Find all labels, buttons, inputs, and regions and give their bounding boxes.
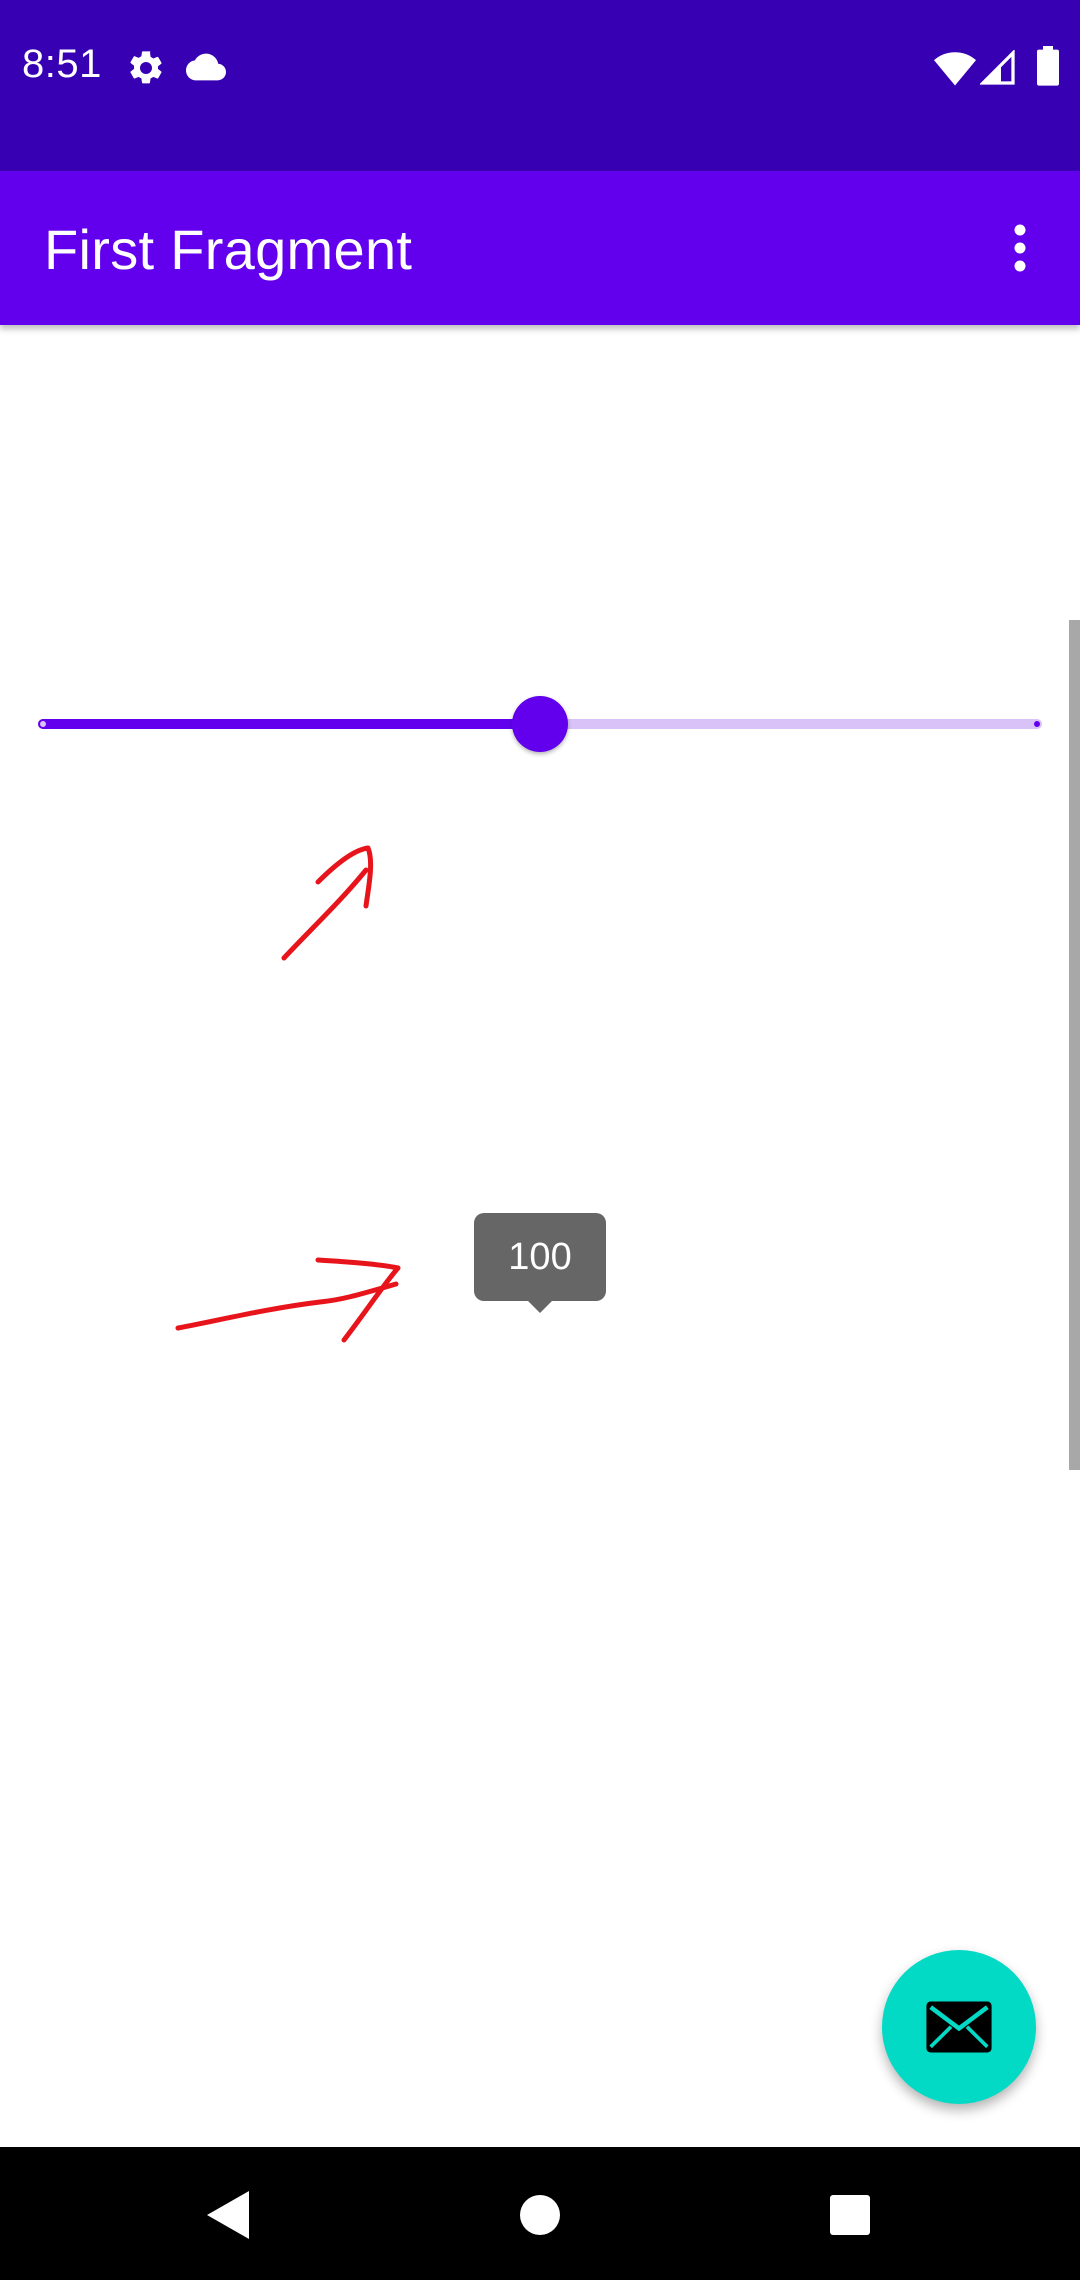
battery-icon xyxy=(1037,46,1059,86)
signal-icon xyxy=(980,50,1015,85)
home-button[interactable] xyxy=(508,2183,572,2247)
navigation-bar xyxy=(0,2147,1080,2280)
slider-tick-start xyxy=(40,721,46,727)
status-time: 8:51 xyxy=(22,42,102,86)
app-bar: First Fragment xyxy=(0,171,1080,325)
tooltip-pointer xyxy=(526,1299,554,1313)
gear-icon xyxy=(130,51,162,84)
back-button[interactable] xyxy=(196,2183,260,2247)
recents-button[interactable] xyxy=(818,2183,882,2247)
back-icon xyxy=(207,2191,249,2239)
value-slider[interactable] xyxy=(38,686,1042,762)
annotation-arrow-up xyxy=(281,845,374,961)
recents-icon xyxy=(830,2195,870,2235)
slider-thumb[interactable] xyxy=(512,696,568,752)
cloud-icon xyxy=(186,53,226,81)
email-icon xyxy=(926,2001,992,2053)
more-vert-icon xyxy=(1014,224,1026,272)
wifi-icon xyxy=(934,52,976,86)
value-tooltip: 100 xyxy=(474,1213,606,1301)
email-fab[interactable] xyxy=(882,1950,1036,2104)
home-icon xyxy=(520,2195,560,2235)
page-title: First Fragment xyxy=(44,218,413,281)
status-bar: 8:51 xyxy=(0,0,1080,171)
slider-tick-end xyxy=(1034,721,1040,727)
overflow-menu-button[interactable] xyxy=(990,208,1050,288)
scrollbar[interactable] xyxy=(1069,620,1080,1470)
slider-track-active xyxy=(38,719,540,729)
annotation-arrow-right xyxy=(175,1257,401,1343)
screen: 8:51 First Fragment 100 xyxy=(0,0,1080,2280)
